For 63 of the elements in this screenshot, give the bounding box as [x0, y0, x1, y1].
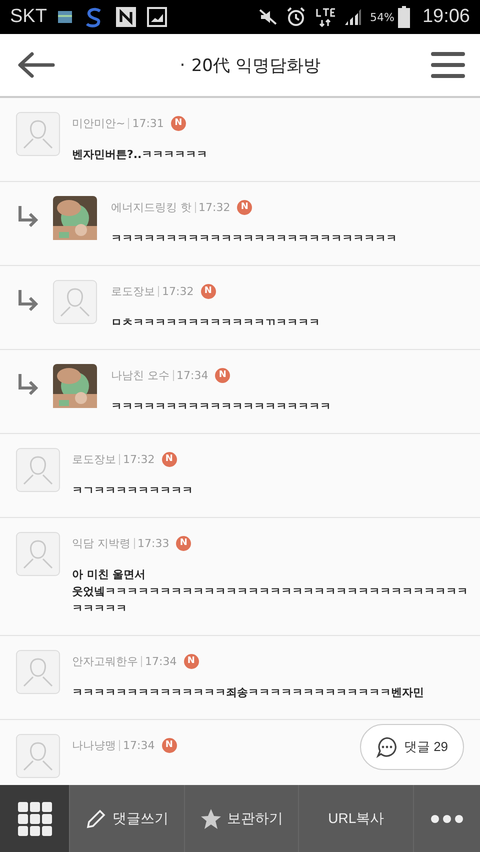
comment-time: 17:34: [176, 368, 208, 382]
signal-icon: [344, 8, 362, 26]
default-avatar-icon: [53, 280, 97, 324]
comment-text: ㅋㅋㅋㅋㅋㅋㅋㅋㅋㅋㅋㅋㅋㅋㅋㅋㅋㅋㅋㅋ: [111, 399, 332, 415]
comment-time: 17:31: [132, 116, 164, 130]
comment-text: 벤자민버튼?..ㅋㅋㅋㅋㅋㅋ: [72, 147, 209, 163]
new-badge: N: [170, 116, 186, 130]
comment-time: 17:32: [162, 284, 194, 298]
comment-count-button[interactable]: 댓글 29: [360, 724, 464, 770]
app-icon: [114, 6, 137, 28]
reply-arrow-icon: [16, 372, 40, 396]
default-avatar-icon: [16, 448, 60, 492]
star-icon: [200, 808, 222, 830]
comment-time: 17:34: [145, 654, 177, 668]
copy-url-button[interactable]: URL복사: [299, 785, 414, 852]
author-name: 미안미안~: [72, 116, 126, 130]
battery-icon: [398, 6, 410, 28]
comment-time: 17:32: [198, 200, 230, 214]
pencil-icon: [85, 808, 108, 830]
author-name: 로도장보: [111, 284, 155, 298]
author-name: 나나냥맹: [72, 738, 116, 752]
new-badge: N: [176, 536, 192, 550]
default-avatar-icon: [16, 532, 60, 576]
comment-text: 아 미친 울면서 웃었넼ㅋㅋㅋㅋㅋㅋㅋㅋㅋㅋㅋㅋㅋㅋㅋㅋㅋㅋㅋㅋㅋㅋㅋㅋㅋㅋㅋㅋㅋㅋㅋㅋㅋㅋㅋㅋㅋㅋ: [72, 567, 468, 617]
new-badge: N: [162, 452, 177, 466]
write-comment-button[interactable]: 댓글쓰기: [70, 785, 185, 852]
reply-arrow-icon: [16, 288, 40, 312]
author-name: 로도장보: [72, 452, 116, 466]
default-avatar-icon: [16, 112, 60, 156]
comment-text: ㅁㅊㅋㅋㅋㅋㅋㅋㅋㅋㅋㅋㅋㅋㄲㅋㅋㅋㅋ: [111, 315, 321, 331]
new-badge: N: [215, 368, 230, 382]
title-dot: ·: [180, 54, 186, 76]
comment-text: ㅋㅋㅋㅋㅋㅋㅋㅋㅋㅋㅋㅋㅋㅋㅋㅋㅋㅋㅋㅋㅋㅋㅋㅋㅋㅋ: [111, 231, 398, 247]
comment-time: 17:32: [123, 452, 155, 466]
bookmark-button[interactable]: 보관하기: [184, 785, 300, 852]
grid-icon: [18, 802, 52, 836]
battery-percent: 54%: [370, 10, 394, 24]
mute-icon: [258, 8, 278, 26]
comment-time: 17:33: [138, 536, 170, 550]
new-badge: N: [184, 654, 199, 668]
image-icon: [146, 7, 167, 27]
alarm-icon: [286, 7, 306, 27]
chat-bubble-icon: [376, 736, 398, 758]
comment-time: 17:34: [123, 738, 155, 752]
default-avatar-icon: [16, 650, 60, 694]
author-name: 나남친 오수: [111, 368, 170, 382]
lte-icon: [314, 6, 336, 28]
author-name: 에너지드링킹 핫: [111, 200, 192, 214]
author-name: 안자고뭐한우: [72, 654, 138, 668]
new-badge: N: [162, 738, 177, 752]
more-icon: [430, 814, 464, 824]
comment-text: ㅋㅋㅋㅋㅋㅋㅋㅋㅋㅋㅋㅋㅋㅋ죄송ㅋㅋㅋㅋㅋㅋㅋㅋㅋㅋㅋㅋㅋ벤자민: [72, 685, 425, 701]
new-badge: N: [200, 284, 216, 298]
room-title: 20代 익명담화방: [191, 54, 320, 76]
app-icon: [56, 9, 73, 25]
author-name: 익담 지박령: [72, 536, 130, 550]
carrier-name: SKT: [10, 6, 47, 28]
new-badge: N: [237, 200, 252, 214]
apps-button[interactable]: [0, 785, 70, 852]
comment-text: ㅋㄱㅋㅋㅋㅋㅋㅋㅋㅋㅋ: [72, 483, 194, 499]
reply-arrow-icon: [16, 204, 40, 228]
clock: 19:06: [422, 6, 470, 28]
default-avatar-icon: [16, 734, 60, 778]
